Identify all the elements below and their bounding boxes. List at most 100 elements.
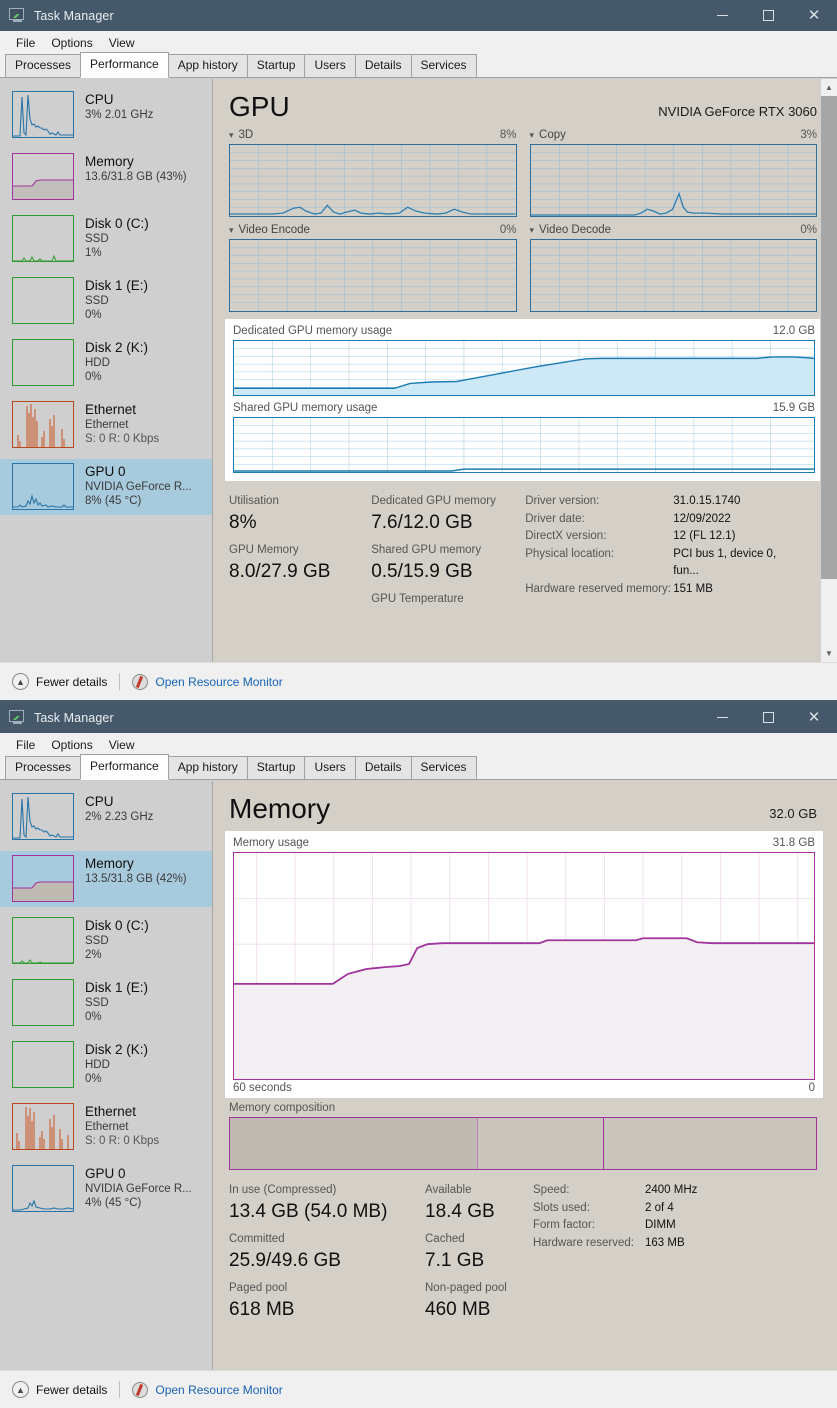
dedicated-gpu-memory-value: 7.6/12.0 GB: [371, 512, 473, 533]
minimize-button[interactable]: [699, 0, 745, 31]
sidebar-item-disk0[interactable]: Disk 0 (C:) SSD 2%: [0, 913, 212, 969]
sidebar-item-memory[interactable]: Memory 13.6/31.8 GB (43%): [0, 149, 212, 205]
sidebar-item-ethernet-rate: S: 0 R: 0 Kbps: [85, 1135, 160, 1147]
detail-hardware-reserved-value: 163 MB: [645, 1236, 685, 1249]
sidebar-item-cpu-text: CPU 3% 2.01 GHz: [85, 91, 153, 122]
tab-strip: Processes Performance App history Startu…: [0, 754, 837, 780]
window-footer: ▲ Fewer details Open Resource Monitor: [0, 662, 837, 700]
close-icon: ✕: [807, 7, 821, 24]
tab-startup[interactable]: Startup: [246, 54, 306, 78]
tab-processes[interactable]: Processes: [5, 54, 82, 78]
sidebar-item-cpu[interactable]: CPU 2% 2.23 GHz: [0, 789, 212, 845]
close-button[interactable]: ✕: [791, 702, 837, 733]
titlebar: Task Manager ✕: [0, 0, 837, 31]
sidebar-item-disk0-pct: 1%: [85, 247, 102, 259]
tab-app-history[interactable]: App history: [167, 756, 248, 780]
page-title: GPU: [229, 91, 290, 122]
chevron-down-icon[interactable]: ▾: [229, 130, 234, 141]
sidebar-item-disk2[interactable]: Disk 2 (K:) HDD 0%: [0, 1037, 212, 1093]
menu-view[interactable]: View: [101, 33, 143, 53]
engine-video-decode: ▾ Video Decode 0%: [529, 224, 817, 312]
available-value: 18.4 GB: [425, 1201, 495, 1222]
sidebar-item-disk1[interactable]: Disk 1 (E:) SSD 0%: [0, 273, 212, 329]
footer-separator: [119, 1381, 121, 1398]
fewer-details-button[interactable]: ▲ Fewer details: [12, 673, 107, 690]
sidebar-item-disk2-type: HDD: [85, 357, 110, 369]
sidebar-item-gpu0[interactable]: GPU 0 NVIDIA GeForce R... 4% (45 °C): [0, 1161, 212, 1217]
gpu-stats: Utilisation 8% GPU Memory 8.0/27.9 GB De…: [229, 493, 817, 608]
chevron-up-circle-icon: ▲: [12, 1381, 29, 1398]
sidebar-item-ethernet[interactable]: Ethernet Ethernet S: 0 R: 0 Kbps: [0, 1099, 212, 1155]
chevron-up-circle-icon: ▲: [12, 673, 29, 690]
fewer-details-label: Fewer details: [36, 1382, 108, 1397]
menu-file[interactable]: File: [8, 33, 43, 53]
menu-bar: File Options View: [0, 733, 837, 756]
tab-users[interactable]: Users: [304, 54, 356, 78]
tab-app-history[interactable]: App history: [167, 54, 248, 78]
tab-processes[interactable]: Processes: [5, 756, 82, 780]
sidebar-item-gpu0[interactable]: GPU 0 NVIDIA GeForce R... 8% (45 °C): [0, 459, 212, 515]
engine-video-encode-label: Video Encode: [238, 224, 310, 236]
scrollbar-track[interactable]: [821, 96, 837, 645]
task-manager-window-gpu: Task Manager ✕ File Options View Process…: [0, 0, 837, 700]
detail-physical-location: Physical location: PCI bus 1, device 0, …: [525, 546, 801, 581]
shared-gpu-memory-value: 0.5/15.9 GB: [371, 561, 473, 582]
sidebar-item-disk1[interactable]: Disk 1 (E:) SSD 0%: [0, 975, 212, 1031]
utilisation-label: Utilisation: [229, 495, 279, 507]
chevron-down-icon[interactable]: ▾: [530, 130, 535, 141]
engine-copy-pct: 3%: [800, 129, 817, 141]
sidebar-item-disk0-text: Disk 0 (C:) SSD 2%: [85, 917, 149, 962]
menu-file[interactable]: File: [8, 735, 43, 755]
menu-view[interactable]: View: [101, 735, 143, 755]
sidebar-item-disk1-text: Disk 1 (E:) SSD 0%: [85, 277, 148, 322]
engine-3d-graph: [229, 144, 517, 217]
non-paged-pool-value: 460 MB: [425, 1299, 491, 1320]
scrollbar-thumb[interactable]: [821, 96, 837, 580]
memory-usage-label: Memory usage: [233, 837, 310, 849]
detail-speed-key: Speed:: [533, 1184, 570, 1196]
scroll-down-arrow-icon[interactable]: ▼: [821, 645, 837, 662]
gpu0-thumbnail-graph: [12, 463, 74, 510]
menu-options[interactable]: Options: [43, 735, 100, 755]
engine-copy-label: Copy: [539, 129, 566, 141]
tab-performance[interactable]: Performance: [80, 754, 169, 780]
open-resource-monitor-label: Open Resource Monitor: [155, 674, 283, 689]
sidebar-item-ethernet-type: Ethernet: [85, 1121, 129, 1133]
tab-performance[interactable]: Performance: [80, 52, 169, 78]
close-icon: ✕: [807, 709, 821, 726]
composition-segment-modified: [477, 1118, 604, 1169]
maximize-button[interactable]: [745, 702, 791, 733]
tab-services[interactable]: Services: [410, 54, 477, 78]
sidebar-item-disk0[interactable]: Disk 0 (C:) SSD 1%: [0, 211, 212, 267]
sidebar-item-disk2[interactable]: Disk 2 (K:) HDD 0%: [0, 335, 212, 391]
sidebar-item-disk2-text: Disk 2 (K:) HDD 0%: [85, 1041, 148, 1086]
tab-details[interactable]: Details: [354, 54, 412, 78]
ethernet-thumbnail-graph: [12, 1103, 74, 1150]
maximize-button[interactable]: [745, 0, 791, 31]
engine-copy: ▾ Copy 3%: [529, 129, 817, 217]
sidebar-item-memory[interactable]: Memory 13.5/31.8 GB (42%): [0, 851, 212, 907]
tab-users[interactable]: Users: [304, 756, 356, 780]
sidebar-item-cpu[interactable]: CPU 3% 2.01 GHz: [0, 87, 212, 143]
sidebar-item-disk1-type: SSD: [85, 997, 109, 1009]
open-resource-monitor-link[interactable]: Open Resource Monitor: [132, 1381, 283, 1398]
window-controls: ✕: [699, 0, 837, 31]
minimize-button[interactable]: [699, 702, 745, 733]
memory-thumbnail-graph: [12, 855, 74, 902]
tab-startup[interactable]: Startup: [246, 756, 306, 780]
detail-speed-value: 2400 MHz: [645, 1184, 698, 1196]
sidebar-item-disk2-pct: 0%: [85, 371, 102, 383]
close-button[interactable]: ✕: [791, 0, 837, 31]
chevron-down-icon[interactable]: ▾: [530, 225, 535, 236]
vertical-scrollbar[interactable]: ▲ ▼: [820, 79, 837, 662]
chevron-down-icon[interactable]: ▾: [229, 225, 234, 236]
cpu-thumbnail-graph: [12, 793, 74, 840]
menu-options[interactable]: Options: [43, 33, 100, 53]
tab-details[interactable]: Details: [354, 756, 412, 780]
tab-services[interactable]: Services: [410, 756, 477, 780]
open-resource-monitor-link[interactable]: Open Resource Monitor: [132, 673, 283, 690]
sidebar-item-ethernet[interactable]: Ethernet Ethernet S: 0 R: 0 Kbps: [0, 397, 212, 453]
gpu-temperature-label: GPU Temperature: [371, 593, 464, 605]
fewer-details-button[interactable]: ▲ Fewer details: [12, 1381, 107, 1398]
scroll-up-arrow-icon[interactable]: ▲: [821, 79, 837, 96]
